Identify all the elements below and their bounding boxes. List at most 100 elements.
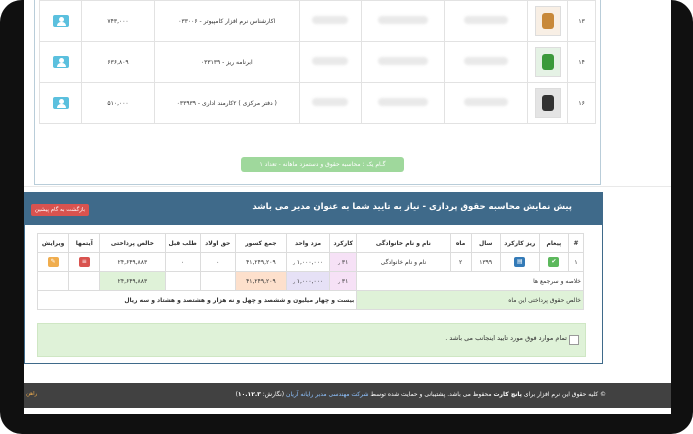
confirm-text: تمام موارد فوق مورد تایید اینجانب می باش…: [445, 334, 567, 342]
employee-badge-3: [298, 82, 363, 124]
words-row: خالص حقوق پرداختی این ماه بیست و چهار می…: [36, 290, 584, 310]
employee-badge-2: [361, 41, 446, 83]
payroll-table: # پیغام ریز کارکرد سال ماه نام و نام خان…: [36, 233, 585, 310]
employee-action[interactable]: [38, 82, 83, 124]
row-work-unit: ر: [338, 259, 340, 265]
employee-badge-2: [361, 0, 446, 42]
summary-unit-wage-unit: ر: [292, 278, 295, 284]
col-unit-wage: مزد واحد: [285, 233, 331, 253]
row-work-detail[interactable]: ▤: [499, 252, 540, 272]
summary-row: خلاصه و سرجمع ها ۳۱ ر ۱,۰۰۰,۰۰۰ ر ۴۱,۲۴۹…: [36, 271, 584, 291]
summary-empty-3: [68, 271, 101, 291]
employee-action[interactable]: [38, 41, 83, 83]
row-month: ۲: [449, 252, 472, 272]
summary-work: ۳۱ ر: [329, 271, 358, 291]
device-frame: ۱۳ اکارشناس نرم افزار کامپیوتر - ۰۳۳۰۰۶ ۷۴…: [0, 0, 693, 434]
employee-list-card: ۱۳ اکارشناس نرم افزار کامپیوتر - ۰۳۳۰۰۶ ۷۴…: [34, 0, 601, 185]
footer-part1: © کلیه حقوق این نرم افزار برای: [523, 391, 606, 398]
confirm-checkbox[interactable]: [569, 335, 579, 345]
col-month: ماه: [449, 233, 472, 253]
footer-company-link[interactable]: شرکت مهندسی مدبر رایانه آریان: [286, 391, 368, 398]
row-work-value: ۳۱: [341, 258, 349, 266]
row-num: ۱: [567, 252, 585, 272]
col-work-detail: ریز کارکرد: [499, 233, 540, 253]
summary-empty-1: [199, 271, 236, 291]
employee-badge-1: [444, 82, 529, 124]
panel-title: پیش نمایش محاسبه حقوق پردازی - نیاز به ت…: [252, 202, 572, 212]
back-button[interactable]: بازگشت به گام پیشین: [31, 204, 89, 216]
footer-part2: محفوظ می باشد. پشتیبانی و حمایت شده توسط: [370, 391, 492, 398]
panel-header: پیش نمایش محاسبه حقوق پردازی - نیاز به ت…: [25, 193, 602, 225]
row-net: ۲۴,۶۴۹,۸۸۳: [99, 252, 166, 272]
row-name: نام و نام خانوادگی: [356, 252, 451, 272]
user-icon[interactable]: [52, 97, 69, 109]
col-year: سال: [470, 233, 501, 253]
table-row: ۱ ✔ ▤ ۱۳۹۹ ۲ نام و نام خانوادگی ۳۱ ر ۱,۰…: [36, 252, 585, 272]
col-items: آیتمها: [68, 233, 101, 253]
col-deductions: جمع کسور: [234, 233, 287, 253]
row-unit-wage: ۱,۰۰۰,۰۰۰ ر: [285, 252, 331, 272]
divider: [24, 186, 671, 187]
document-icon[interactable]: ▤: [514, 257, 526, 267]
col-net: خالص پرداختی: [99, 233, 166, 253]
employee-title: ( دفتر مرکزی ) ۲کارمند اداری - ۰۳۳۹۳۹: [153, 82, 300, 124]
employee-action[interactable]: [38, 0, 83, 42]
summary-unit-wage: ۱,۰۰۰,۰۰۰ ر: [285, 271, 331, 291]
summary-net: ۲۴,۶۴۹,۸۸۳: [99, 271, 166, 291]
employee-badge-2: [361, 82, 446, 124]
employee-badge-1: [444, 41, 529, 83]
employee-amount: ۵۱۰,۰۰۰: [81, 82, 155, 124]
employee-amount: ۶۳۶,۸۰۹: [81, 41, 155, 83]
user-icon[interactable]: [52, 56, 69, 68]
row-year: ۱۳۹۹: [470, 252, 501, 272]
summary-unit-wage-value: ۱,۰۰۰,۰۰۰: [296, 277, 324, 285]
employee-row: ۱۶ ( دفتر مرکزی ) ۲کارمند اداری - ۰۳۳۹۳۹ ۵…: [38, 82, 596, 124]
employee-title: ابرنامه ریز - ۰۳۳۱۳۹: [153, 41, 300, 83]
row-deductions: ۴۱,۲۴۹,۲۰۹: [234, 252, 287, 272]
preview-panel: پیش نمایش محاسبه حقوق پردازی - نیاز به ت…: [24, 192, 603, 364]
summary-empty-4: [36, 271, 70, 291]
col-num: #: [567, 233, 585, 253]
step-one-button[interactable]: گـام یک : محاسبه حقوق و دستمزد ماهانه - …: [241, 157, 404, 172]
user-icon[interactable]: [52, 15, 69, 27]
summary-work-unit: ر: [338, 278, 340, 284]
app-screen: ۱۳ اکارشناس نرم افزار کامپیوتر - ۰۳۳۰۰۶ ۷۴…: [24, 0, 671, 414]
row-unit-wage-unit: ر: [292, 259, 295, 265]
logo-green-icon: [534, 47, 561, 77]
employee-title: اکارشناس نرم افزار کامپیوتر - ۰۳۳۰۰۶: [153, 0, 300, 42]
col-edit: ویرایش: [36, 233, 70, 253]
col-name: نام و نام خانوادگی: [356, 233, 451, 253]
employee-photo: [527, 0, 569, 42]
table-header-row: # پیغام ریز کارکرد سال ماه نام و نام خان…: [36, 233, 585, 253]
confirm-notice: تمام موارد فوق مورد تایید اینجانب می باش…: [37, 323, 586, 357]
employee-photo: [527, 41, 569, 83]
col-prev: طلب قبل: [164, 233, 201, 253]
edit-icon[interactable]: ✎: [47, 257, 59, 267]
logo-gold-icon: [534, 6, 561, 36]
employee-photo: [527, 82, 569, 124]
employee-badge-3: [298, 41, 363, 83]
summary-label: خلاصه و سرجمع ها: [356, 271, 584, 291]
employee-num: ۱۳: [567, 0, 596, 42]
summary-work-value: ۳۱: [341, 277, 349, 285]
row-child: ۰: [199, 252, 236, 272]
person-photo-icon: [534, 88, 561, 118]
employee-badge-3: [298, 0, 363, 42]
col-work: کارکرد: [329, 233, 358, 253]
row-edit[interactable]: ✎: [36, 252, 70, 272]
row-message[interactable]: ✔: [538, 252, 569, 272]
row-work: ۳۱ ر: [329, 252, 358, 272]
employee-row: ۱۴ ابرنامه ریز - ۰۳۳۱۳۹ ۶۳۶,۸۰۹: [38, 41, 596, 83]
check-icon[interactable]: ✔: [548, 257, 560, 267]
employee-row: ۱۳ اکارشناس نرم افزار کامپیوتر - ۰۳۳۰۰۶ ۷۴…: [38, 0, 596, 42]
footer-side-link[interactable]: راهن: [26, 391, 37, 397]
footer-brand: پانچ کارت: [493, 391, 522, 398]
row-items[interactable]: ≡: [68, 252, 101, 272]
row-prev: ۰: [164, 252, 201, 272]
summary-deductions: ۴۱,۲۴۹,۲۰۹: [234, 271, 287, 291]
footer-version-label: (نگارش:: [262, 391, 285, 398]
list-icon[interactable]: ≡: [78, 257, 90, 267]
words-label: خالص حقوق پرداختی این ماه: [356, 290, 584, 310]
employee-num: ۱۴: [567, 41, 596, 83]
row-unit-wage-value: ۱,۰۰۰,۰۰۰: [296, 258, 324, 266]
